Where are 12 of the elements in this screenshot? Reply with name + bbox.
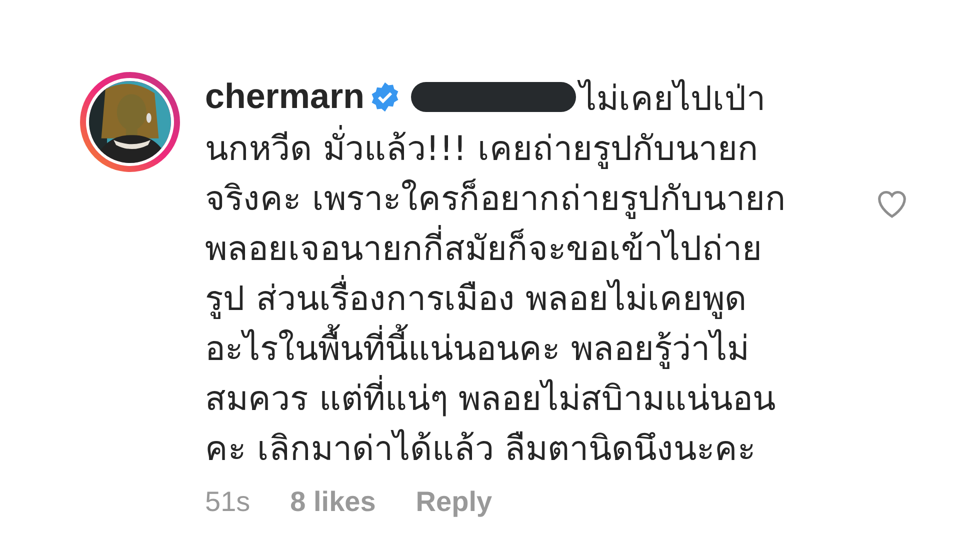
comment-text-line: คะ เลิกมาด่าได้แล้ว ลืมตานิดนึงนะคะ [205,428,756,471]
username[interactable]: chermarn [205,74,365,120]
comment-text-line: พลอยเจอนายกกี่สมัยก็จะขอเข้าไปถ่าย [205,222,762,272]
likes-link[interactable]: 8 likes [290,486,376,518]
comment-text-line: ไม่เคยไปเป่า [580,72,766,122]
comment-text-line: นกหวีด มั่วแล้ว!!! เคยถ่ายรูปกับนายก [205,122,759,172]
reply-button[interactable]: Reply [416,486,492,518]
comment-text-line: อะไรในพื้นที่นี้แน่นอนคะ พลอยรู้ว่าไม่ [205,322,749,372]
comment-text-line: รูป ส่วนเรื่องการเมือง พลอยไม่เคยพูด [205,272,747,322]
comment-text-line: สมควร แต่ที่แน่ๆ พลอยไม่สบิามแน่นอน [205,372,776,422]
comment-text-line: จริงคะ เพราะใครก็อยากถ่ายรูปกับนายก [205,178,786,221]
timestamp: 51s [205,486,250,518]
